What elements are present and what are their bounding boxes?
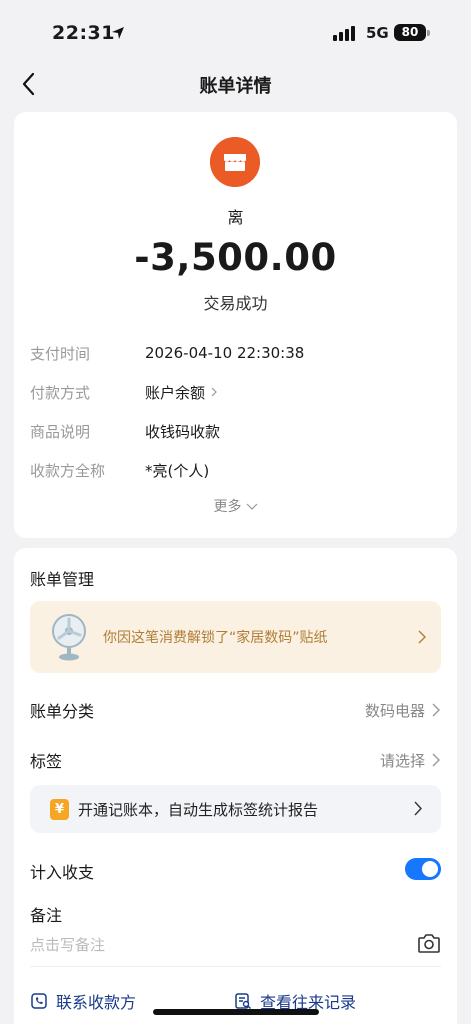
merchant-shop-icon [210, 137, 260, 187]
camera-icon[interactable] [417, 932, 441, 954]
detail-value: 账户余额 [145, 383, 206, 402]
chevron-right-icon [211, 387, 217, 397]
chevron-right-icon [414, 801, 422, 816]
contact-payee-label: 联系收款方 [56, 993, 137, 1012]
transaction-status: 交易成功 [203, 294, 268, 313]
yen-icon: ¥ [50, 799, 69, 820]
tag-value-wrap: 请选择 [380, 750, 441, 771]
phone-icon [31, 993, 47, 1009]
home-indicator[interactable] [153, 1009, 319, 1015]
status-time: 22:31 [52, 22, 115, 44]
chevron-right-icon [432, 703, 440, 717]
detail-label: 付款方式 [30, 383, 91, 402]
contact-payee-link[interactable]: 联系收款方 [30, 989, 136, 1013]
chevron-right-icon [418, 630, 426, 644]
chevron-right-icon [432, 753, 440, 767]
ledger-promo-banner[interactable]: ¥ 开通记账本，自动生成标签统计报告 [30, 785, 441, 833]
transaction-card: 离 -3,500.00 交易成功 支付时间 2026-04-10 22:30:3… [14, 112, 457, 538]
bill-category-value-wrap: 数码电器 [365, 700, 441, 721]
detail-row-payment-method[interactable]: 付款方式 账户余额 [30, 381, 219, 403]
records-search-icon [235, 993, 251, 1009]
tag-label: 标签 [30, 752, 63, 771]
detail-value: 收钱码收款 [145, 422, 221, 441]
detail-value-wrap: 账户余额 [145, 382, 219, 403]
detail-row-pay-time: 支付时间 2026-04-10 22:30:38 [30, 342, 304, 364]
battery-icon: 80 [394, 24, 426, 41]
toggle-knob [422, 861, 438, 877]
merchant-name: 离 [227, 208, 244, 227]
desk-fan-icon [52, 614, 86, 661]
bill-category-row[interactable]: 账单分类 数码电器 [30, 697, 441, 723]
include-in-stats-toggle[interactable] [405, 858, 441, 880]
detail-row-payee-name: 收款方全称 *亮(个人) [30, 459, 209, 481]
page-title: 账单详情 [199, 76, 272, 97]
bill-management-card: 账单管理 你因这笔消费解锁了“家居数码”贴纸 账单分类 数码电器 标签 请选择 … [14, 548, 457, 1024]
location-arrow-icon [112, 27, 124, 39]
battery-cap [427, 30, 430, 36]
divider [30, 966, 441, 967]
tag-value: 请选择 [379, 751, 425, 770]
nav-bar: 账单详情 [0, 62, 471, 108]
detail-label: 收款方全称 [30, 461, 106, 480]
bill-category-value: 数码电器 [364, 701, 425, 720]
note-input[interactable] [30, 932, 400, 958]
transaction-amount: -3,500.00 [134, 236, 337, 279]
section-title: 账单管理 [30, 570, 95, 589]
detail-label: 支付时间 [30, 344, 91, 363]
status-bar: 22:31 5G 80 [0, 0, 471, 62]
detail-label: 商品说明 [30, 422, 91, 441]
chevron-down-icon [246, 503, 257, 510]
signal-icon [333, 25, 355, 41]
more-button[interactable]: 更多 [14, 496, 457, 516]
sticker-text: 你因这笔消费解锁了“家居数码”贴纸 [103, 630, 328, 646]
network-type: 5G [366, 24, 389, 42]
note-label: 备注 [30, 906, 63, 925]
more-label: 更多 [213, 499, 242, 515]
bill-category-label: 账单分类 [30, 702, 95, 721]
tag-row[interactable]: 标签 请选择 [30, 747, 441, 773]
detail-value: 2026-04-10 22:30:38 [145, 344, 305, 362]
detail-value: *亮(个人) [145, 461, 210, 480]
include-in-stats-label: 计入收支 [30, 863, 95, 882]
detail-row-product-desc: 商品说明 收钱码收款 [30, 420, 220, 442]
sticker-banner[interactable]: 你因这笔消费解锁了“家居数码”贴纸 [30, 601, 441, 673]
promo-text: 开通记账本，自动生成标签统计报告 [78, 801, 319, 819]
